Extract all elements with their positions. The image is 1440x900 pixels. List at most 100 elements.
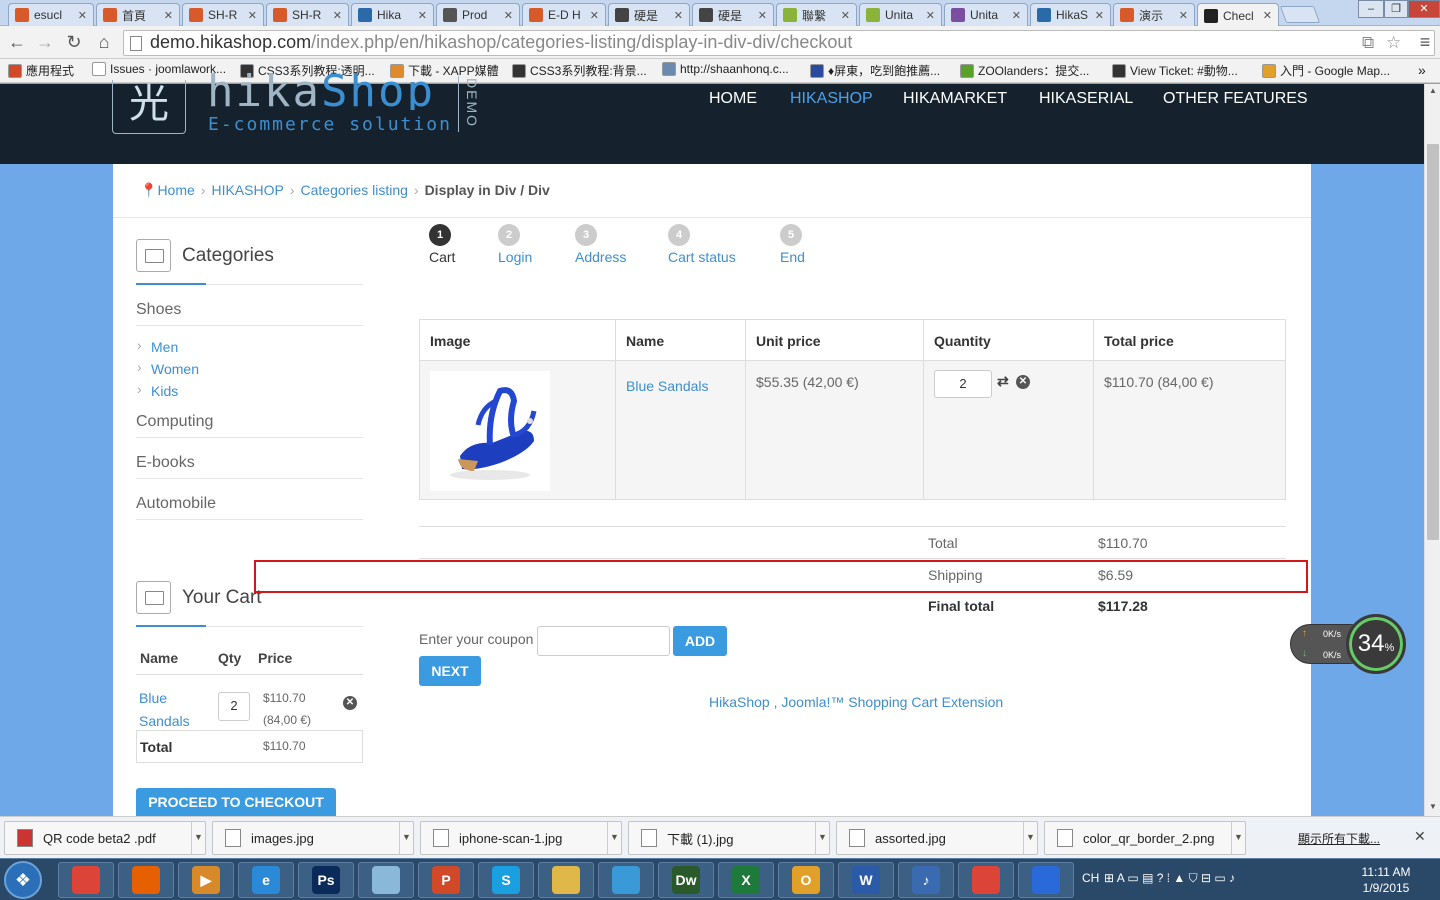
download-menu-icon[interactable]: ▼ — [399, 822, 413, 854]
browser-tab[interactable]: SH-R ✕ — [266, 3, 349, 26]
minimize-button[interactable]: – — [1358, 0, 1384, 18]
browser-tab[interactable]: Prod ✕ — [436, 3, 520, 26]
tab-close-icon[interactable]: ✕ — [504, 9, 513, 22]
taskbar-app[interactable]: W — [838, 862, 894, 898]
reload-button[interactable]: ↻ — [62, 32, 86, 53]
browser-tab[interactable]: Unita ✕ — [859, 3, 942, 26]
bookmarks-overflow-icon[interactable]: » — [1418, 62, 1426, 78]
proceed-to-checkout-button[interactable]: PROCEED TO CHECKOUT — [136, 788, 336, 816]
new-tab-button[interactable] — [1279, 6, 1321, 23]
step-address[interactable]: 3 Address — [575, 224, 626, 265]
subcategory-kids[interactable]: Kids — [137, 381, 178, 399]
taskbar-app[interactable] — [958, 862, 1014, 898]
download-item[interactable]: assorted.jpg ▼ — [836, 821, 1038, 855]
tab-close-icon[interactable]: ✕ — [674, 9, 683, 22]
next-button[interactable]: NEXT — [419, 656, 481, 686]
product-image[interactable] — [430, 371, 550, 491]
page-scrollbar[interactable]: ▲ ▼ — [1424, 84, 1440, 816]
category-automobile[interactable]: Automobile — [136, 495, 216, 513]
browser-tab[interactable]: Unita ✕ — [944, 3, 1028, 26]
download-item[interactable]: QR code beta2 .pdf ▼ — [4, 821, 206, 855]
download-menu-icon[interactable]: ▼ — [1023, 822, 1037, 854]
bookmark-star-icon[interactable]: ☆ — [1386, 33, 1401, 53]
scroll-thumb[interactable] — [1427, 144, 1439, 540]
nav-home[interactable]: HOME — [709, 90, 757, 108]
bookmark-item[interactable]: CSS3系列教程:背景... — [512, 62, 647, 79]
bookmark-item[interactable]: ZOOlanders：提交... — [960, 62, 1089, 79]
taskbar-app[interactable]: Ps — [298, 862, 354, 898]
url-input[interactable]: demo.hikashop.com/index.php/en/hikashop/… — [123, 30, 1435, 56]
nav-hikamarket[interactable]: HIKAMARKET — [903, 90, 1007, 108]
tab-close-icon[interactable]: ✕ — [164, 9, 173, 22]
tab-close-icon[interactable]: ✕ — [1012, 9, 1021, 22]
nav-hikaserial[interactable]: HIKASERIAL — [1039, 90, 1133, 108]
browser-tab[interactable]: Checl ✕ — [1197, 3, 1279, 27]
download-menu-icon[interactable]: ▼ — [1231, 822, 1245, 854]
browser-tab[interactable]: 首頁 ✕ — [96, 3, 180, 26]
taskbar-app[interactable] — [538, 862, 594, 898]
taskbar-app[interactable] — [598, 862, 654, 898]
menu-icon[interactable]: ≡ — [1413, 32, 1437, 53]
breadcrumb-home[interactable]: Home — [157, 182, 194, 198]
tab-close-icon[interactable]: ✕ — [333, 9, 342, 22]
logo-mark[interactable]: 光 — [112, 80, 186, 134]
forward-button[interactable]: → — [33, 32, 57, 53]
bookmark-item[interactable]: 入門 - Google Map... — [1262, 62, 1390, 79]
download-item[interactable]: iphone-scan-1.jpg ▼ — [420, 821, 622, 855]
taskbar-app[interactable] — [1018, 862, 1074, 898]
tab-close-icon[interactable]: ✕ — [841, 9, 850, 22]
browser-tab[interactable]: esucl ✕ — [8, 3, 94, 26]
taskbar-app[interactable]: X — [718, 862, 774, 898]
category-ebooks[interactable]: E-books — [136, 454, 195, 472]
tab-close-icon[interactable]: ✕ — [590, 9, 599, 22]
tab-close-icon[interactable]: ✕ — [1095, 9, 1104, 22]
close-download-shelf-icon[interactable]: ✕ — [1414, 828, 1426, 845]
bookmark-item[interactable]: 應用程式 — [8, 62, 74, 79]
tab-close-icon[interactable]: ✕ — [78, 9, 87, 22]
browser-tab[interactable]: Hika ✕ — [351, 3, 434, 26]
bookmark-item[interactable]: http://shaanhonq.c... — [662, 62, 789, 76]
footer-credit-link[interactable]: HikaShop , Joomla!™ Shopping Cart Extens… — [709, 694, 1003, 710]
taskbar-app[interactable]: ▶ — [178, 862, 234, 898]
network-speed-widget[interactable]: ↑ ↓ 0K/s 0K/s 34% — [1290, 614, 1406, 674]
step-end[interactable]: 5 End — [780, 224, 805, 265]
translate-icon[interactable]: ⧉ — [1362, 33, 1374, 53]
tab-close-icon[interactable]: ✕ — [758, 9, 767, 22]
browser-tab[interactable]: HikaS ✕ — [1030, 3, 1111, 26]
browser-tab[interactable]: E-D H ✕ — [522, 3, 606, 26]
system-clock[interactable]: 11:11 AM 1/9/2015 — [1354, 864, 1418, 896]
taskbar-app[interactable]: Dw — [658, 862, 714, 898]
product-name-link[interactable]: Blue Sandals — [626, 378, 709, 394]
download-item[interactable]: images.jpg ▼ — [212, 821, 414, 855]
step-cart-status[interactable]: 4 Cart status — [668, 224, 736, 265]
show-all-downloads-link[interactable]: 顯示所有下載... — [1298, 830, 1380, 847]
back-button[interactable]: ← — [5, 32, 29, 53]
category-shoes[interactable]: Shoes — [136, 301, 181, 319]
refresh-quantity-icon[interactable]: ⇄ — [997, 373, 1009, 390]
coupon-input[interactable] — [537, 626, 670, 656]
scroll-up-icon[interactable]: ▲ — [1429, 86, 1437, 95]
remove-item-icon[interactable]: ✕ — [1016, 375, 1030, 389]
category-computing[interactable]: Computing — [136, 413, 213, 431]
tab-close-icon[interactable]: ✕ — [1179, 9, 1188, 22]
breadcrumb-categories-listing[interactable]: Categories listing — [301, 182, 408, 198]
ime-icons[interactable]: ⊞ A ▭ ▤ ? ⁞ ▲ ⛉ ⊟ ▭ ♪ — [1104, 871, 1235, 886]
download-menu-icon[interactable]: ▼ — [815, 822, 829, 854]
step-login[interactable]: 2 Login — [498, 224, 532, 265]
tab-close-icon[interactable]: ✕ — [926, 9, 935, 22]
start-button[interactable]: ❖ — [4, 861, 42, 899]
home-button[interactable]: ⌂ — [92, 32, 116, 53]
browser-tab[interactable]: 硬是 ✕ — [692, 3, 774, 26]
tab-close-icon[interactable]: ✕ — [1263, 9, 1272, 22]
browser-tab[interactable]: 硬是 ✕ — [608, 3, 690, 26]
quantity-input[interactable]: 2 — [934, 370, 992, 398]
scroll-down-icon[interactable]: ▼ — [1429, 802, 1437, 811]
maximize-button[interactable]: ❐ — [1384, 0, 1408, 18]
bookmark-item[interactable]: ♦屏東，吃到飽推薦... — [810, 62, 940, 79]
browser-tab[interactable]: SH-R ✕ — [182, 3, 264, 26]
browser-tab[interactable]: 演示 ✕ — [1113, 3, 1195, 26]
subcategory-men[interactable]: Men — [137, 337, 178, 355]
taskbar-app[interactable]: P — [418, 862, 474, 898]
taskbar-app[interactable]: O — [778, 862, 834, 898]
tab-close-icon[interactable]: ✕ — [248, 9, 257, 22]
